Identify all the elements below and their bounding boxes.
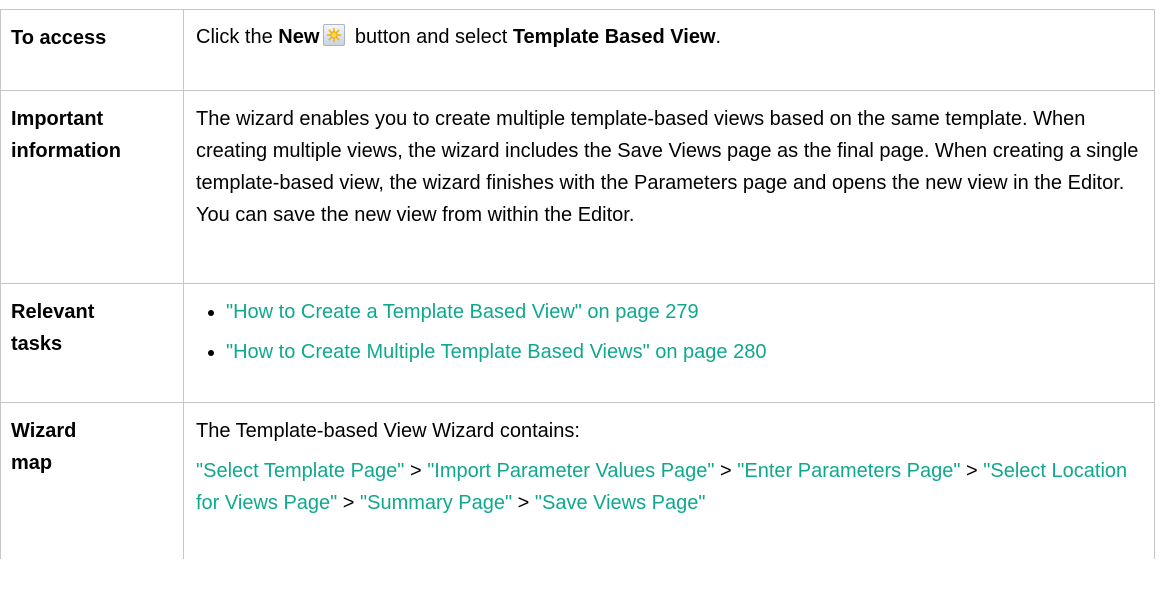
link-select-template-page[interactable]: "Select Template Page" (196, 460, 404, 482)
content-relevant-tasks: "How to Create a Template Based View" on… (183, 283, 1155, 403)
label-important-information: Important information (0, 90, 184, 284)
row-to-access: To access Click the New button and selec… (0, 9, 1155, 91)
bullet-icon (208, 310, 214, 316)
label-line-2: information (11, 140, 121, 162)
access-text-suffix: . (715, 26, 722, 48)
task-link-create-multiple-views[interactable]: "How to Create Multiple Template Based V… (226, 341, 766, 363)
label-line-1: Relevant (11, 301, 95, 323)
list-item: "How to Create Multiple Template Based V… (196, 336, 1142, 368)
link-import-parameter-values-page[interactable]: "Import Parameter Values Page" (427, 460, 714, 482)
task-link-create-view[interactable]: "How to Create a Template Based View" on… (226, 301, 699, 323)
link-summary-page[interactable]: "Summary Page" (360, 492, 512, 514)
label-line-1: Important (11, 108, 104, 130)
label-line-1: Wizard (11, 420, 77, 442)
separator: > (404, 460, 428, 482)
label-line-2: map (11, 452, 53, 474)
list-item: "How to Create a Template Based View" on… (196, 296, 1142, 328)
new-button-name: New (278, 26, 320, 48)
wizard-map-intro: The Template-based View Wizard contains: (196, 420, 580, 442)
label-to-access: To access (0, 9, 184, 91)
row-important-information: Important information The wizard enables … (0, 90, 1155, 284)
separator: > (337, 492, 361, 514)
label-wizard-map: Wizard map (0, 402, 184, 559)
separator: > (714, 460, 738, 482)
label-relevant-tasks: Relevant tasks (0, 283, 184, 403)
link-enter-parameters-page[interactable]: "Enter Parameters Page" (737, 460, 960, 482)
content-important-information: The wizard enables you to create multipl… (183, 90, 1155, 284)
access-text-prefix: Click the (196, 26, 279, 48)
separator: > (512, 492, 535, 514)
task-list: "How to Create a Template Based View" on… (196, 296, 1142, 368)
content-to-access: Click the New button and select Template… (183, 9, 1155, 91)
link-save-views-page[interactable]: "Save Views Page" (535, 492, 706, 514)
separator: > (960, 460, 984, 482)
bullet-icon (208, 350, 214, 356)
new-star-icon (323, 24, 346, 46)
content-wizard-map: The Template-based View Wizard contains:… (183, 402, 1155, 559)
template-based-view-option: Template Based View (512, 26, 716, 48)
row-wizard-map: Wizard map The Template-based View Wizard… (0, 402, 1155, 559)
access-text-middle: button and select (349, 26, 513, 48)
label-line-2: tasks (11, 333, 63, 355)
info-table: To access Click the New button and selec… (0, 9, 1155, 559)
row-relevant-tasks: Relevant tasks "How to Create a Template … (0, 283, 1155, 403)
wizard-map-links: "Select Template Page" > "Import Paramet… (196, 455, 1142, 519)
